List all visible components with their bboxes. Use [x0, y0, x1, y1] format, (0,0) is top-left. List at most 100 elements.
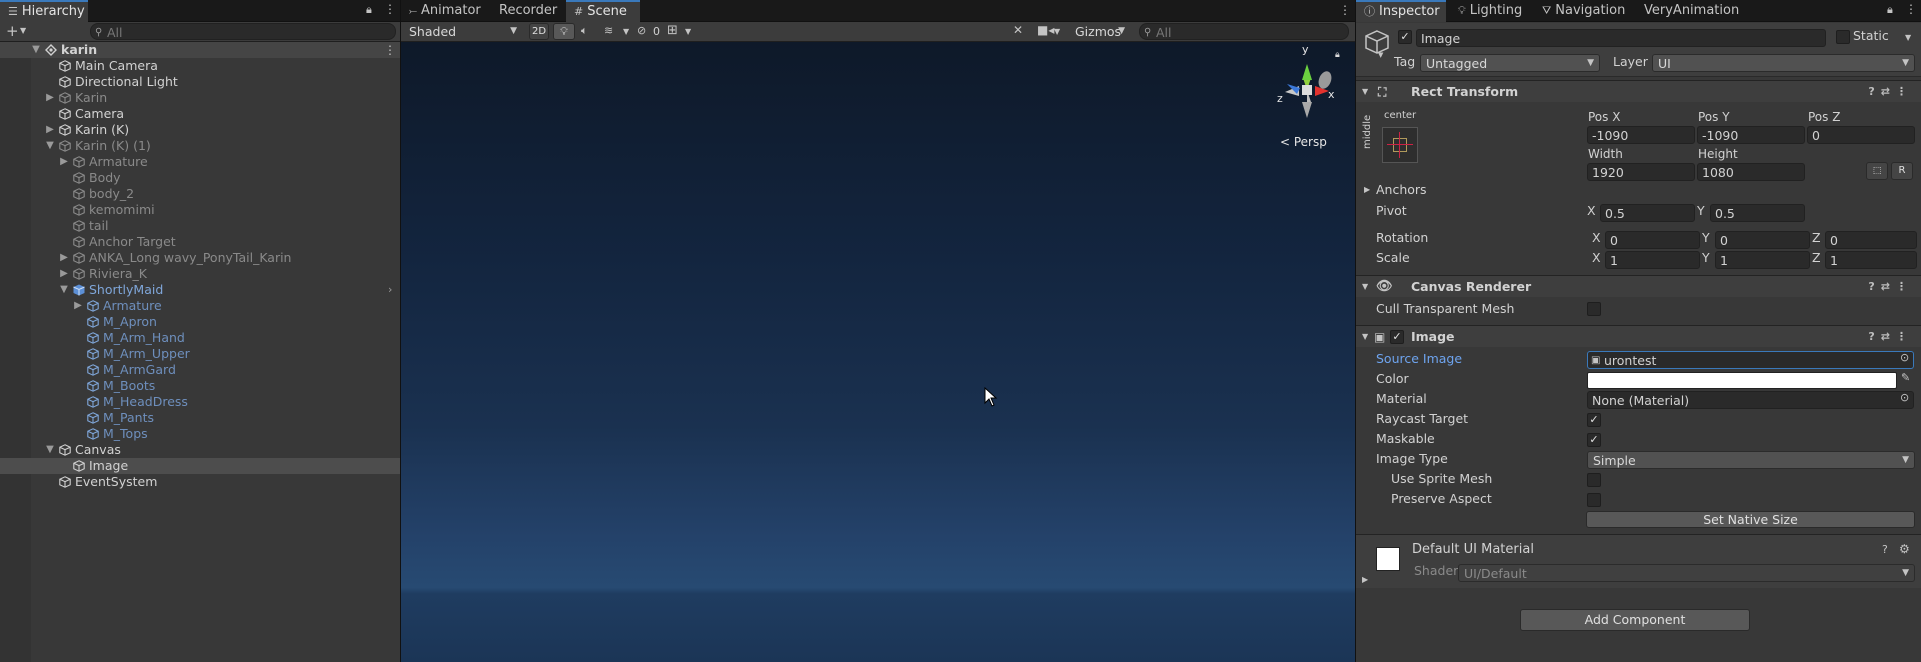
shading-mode-dropdown[interactable]: Shaded ▼: [404, 23, 522, 40]
add-component-button[interactable]: Add Component: [1520, 609, 1750, 631]
component-actions[interactable]: ?⇄⋮: [1868, 276, 1913, 298]
hierarchy-row[interactable]: M_ArmGard: [0, 362, 400, 378]
orientation-gizmo[interactable]: [1267, 50, 1347, 130]
more-menu-icon[interactable]: ⋮: [384, 2, 396, 16]
tag-dropdown[interactable]: Untagged ▼: [1420, 54, 1600, 72]
chevron-down-icon[interactable]: ▼: [1378, 51, 1383, 59]
hierarchy-row[interactable]: M_Arm_Hand: [0, 330, 400, 346]
hierarchy-row[interactable]: Image: [0, 458, 400, 474]
layer-dropdown[interactable]: UI ▼: [1652, 54, 1915, 72]
scale-y-field[interactable]: 1: [1715, 251, 1810, 269]
gizmo-neg-y-cone[interactable]: [1302, 102, 1312, 118]
canvas-renderer-header[interactable]: ▼ 👁︎ Canvas Renderer ?⇄⋮: [1356, 275, 1921, 297]
toggle-2d-button[interactable]: 2D: [529, 23, 549, 40]
scale-x-field[interactable]: 1: [1605, 251, 1700, 269]
audio-toggle-icon[interactable]: 🔈︎: [581, 24, 588, 38]
chevron-down-icon[interactable]: ▼: [1362, 81, 1368, 103]
chevron-down-icon[interactable]: ▼: [1905, 33, 1911, 42]
rect-transform-header[interactable]: ▼ ⛶ Rect Transform ?⇄⋮: [1356, 80, 1921, 102]
hierarchy-row[interactable]: M_Pants: [0, 410, 400, 426]
camera-icon[interactable]: ■◂: [1037, 23, 1054, 37]
blueprint-mode-button[interactable]: ⬚: [1866, 162, 1888, 180]
hierarchy-row[interactable]: M_Boots: [0, 378, 400, 394]
object-picker-icon[interactable]: ⊙: [1900, 351, 1909, 364]
scene-visibility-icon[interactable]: ⊘: [637, 24, 646, 37]
raycast-target-checkbox[interactable]: ✓: [1587, 413, 1601, 427]
anchors-label[interactable]: Anchors: [1376, 182, 1427, 197]
chevron-down-icon[interactable]: ▼: [1054, 27, 1060, 36]
source-image-field[interactable]: ▣ urontest: [1587, 351, 1914, 369]
preserve-aspect-checkbox[interactable]: [1587, 493, 1601, 507]
tab-hierarchy[interactable]: ☰ Hierarchy: [0, 0, 88, 22]
cull-transparent-mesh-checkbox[interactable]: [1587, 302, 1601, 316]
eyedropper-icon[interactable]: ✎: [1901, 371, 1910, 384]
object-name-field[interactable]: Image: [1416, 29, 1826, 47]
gizmos-dropdown[interactable]: Gizmos ▼: [1070, 23, 1130, 40]
persp-label[interactable]: < Persp: [1280, 135, 1327, 149]
tab-veryanimation[interactable]: VeryAnimation: [1636, 0, 1742, 22]
rotation-x-field[interactable]: 0: [1605, 231, 1700, 249]
object-picker-icon[interactable]: ⊙: [1900, 391, 1909, 404]
more-menu-icon[interactable]: ⋮: [1905, 2, 1917, 16]
chevron-down-icon[interactable]: ▼: [1362, 326, 1368, 348]
more-menu-icon[interactable]: ⋮: [1339, 3, 1351, 17]
chevron-right-icon[interactable]: ▶: [1364, 185, 1370, 194]
lighting-toggle-icon[interactable]: 💡︎: [553, 23, 575, 40]
hierarchy-row[interactable]: Main Camera: [0, 58, 400, 74]
hierarchy-row[interactable]: M_Tops: [0, 426, 400, 442]
pivot-x-field[interactable]: 0.5: [1600, 204, 1695, 222]
image-component-header[interactable]: ▼ ▣ ✓ Image ?⇄⋮: [1356, 325, 1921, 347]
chevron-down-icon[interactable]: ▼: [30, 42, 42, 58]
pos-y-field[interactable]: -1090: [1697, 126, 1805, 144]
hierarchy-row[interactable]: ▶ Riviera_K: [0, 266, 400, 282]
anchor-preset-button[interactable]: [1382, 127, 1418, 163]
hierarchy-row[interactable]: M_Arm_Upper: [0, 346, 400, 362]
chevron-down-icon[interactable]: ▼: [58, 282, 70, 298]
panel-divider[interactable]: [400, 0, 401, 662]
lock-icon[interactable]: 🔒︎: [366, 3, 372, 17]
hierarchy-row[interactable]: ▼ Canvas: [0, 442, 400, 458]
width-field[interactable]: 1920: [1587, 163, 1695, 181]
scene-viewport[interactable]: y x z 🔒︎ < Persp: [401, 42, 1355, 662]
raw-edit-button[interactable]: R: [1891, 162, 1913, 180]
image-type-dropdown[interactable]: Simple ▼: [1587, 451, 1915, 469]
panel-divider[interactable]: [1355, 0, 1356, 662]
chevron-down-icon[interactable]: ▼: [1362, 276, 1368, 298]
tab-recorder[interactable]: Recorder: [491, 0, 563, 22]
tab-scene[interactable]: # Scene: [566, 0, 640, 22]
chevron-right-icon[interactable]: ▶: [58, 250, 70, 266]
hierarchy-row[interactable]: EventSystem: [0, 474, 400, 490]
more-menu-icon[interactable]: ⋮: [384, 42, 396, 58]
chevron-down-icon[interactable]: ▼: [20, 26, 26, 35]
hierarchy-row[interactable]: ▶ Armature: [0, 154, 400, 170]
hierarchy-row[interactable]: tail: [0, 218, 400, 234]
image-enabled-checkbox[interactable]: ✓: [1390, 330, 1404, 344]
rotation-y-field[interactable]: 0: [1715, 231, 1810, 249]
use-sprite-mesh-checkbox[interactable]: [1587, 473, 1601, 487]
scene-search-input[interactable]: ⚲ All: [1139, 23, 1349, 40]
hierarchy-row[interactable]: Camera: [0, 106, 400, 122]
chevron-down-icon[interactable]: ▼: [623, 27, 629, 36]
pos-x-field[interactable]: -1090: [1587, 126, 1695, 144]
height-field[interactable]: 1080: [1697, 163, 1805, 181]
rotation-z-field[interactable]: 0: [1825, 231, 1917, 249]
chevron-down-icon[interactable]: ▼: [685, 27, 691, 36]
tools-icon[interactable]: ✕: [1013, 23, 1023, 37]
hierarchy-search-input[interactable]: ⚲ All: [90, 23, 396, 40]
maskable-checkbox[interactable]: ✓: [1587, 433, 1601, 447]
tab-navigation[interactable]: ⛛ Navigation: [1534, 0, 1630, 22]
lock-icon[interactable]: 🔒︎: [1335, 50, 1340, 60]
chevron-right-icon[interactable]: ▶: [72, 298, 84, 314]
open-prefab-chevron-icon[interactable]: ›: [388, 282, 392, 298]
shader-dropdown[interactable]: UI/Default ▼: [1458, 564, 1915, 582]
hierarchy-row[interactable]: Body: [0, 170, 400, 186]
hierarchy-row[interactable]: ▶ Armature: [0, 298, 400, 314]
chevron-down-icon[interactable]: ▼: [44, 138, 56, 154]
hierarchy-row[interactable]: M_Apron: [0, 314, 400, 330]
hierarchy-row[interactable]: ▶ ANKA_Long wavy_PonyTail_Karin: [0, 250, 400, 266]
scale-z-field[interactable]: 1: [1825, 251, 1917, 269]
material-field[interactable]: None (Material): [1587, 391, 1914, 409]
hierarchy-row[interactable]: ▶ Karin: [0, 90, 400, 106]
gizmo-center-cube[interactable]: [1302, 85, 1312, 95]
effects-toggle-icon[interactable]: ≋: [604, 24, 613, 37]
